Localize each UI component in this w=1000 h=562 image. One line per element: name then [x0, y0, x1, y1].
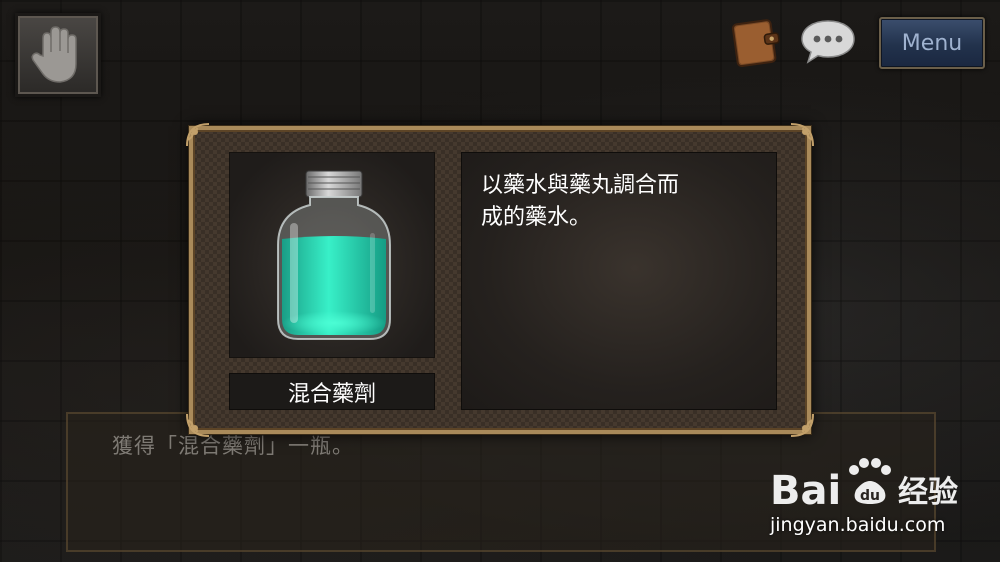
item-name: 混合藥劑 — [229, 373, 435, 410]
frame-corner-ornament — [790, 123, 814, 147]
speech-bubble-icon[interactable] — [800, 17, 856, 65]
hand-icon — [31, 26, 77, 83]
journal-icon[interactable] — [727, 16, 783, 68]
item-image-frame — [229, 152, 435, 358]
frame-corner-ornament — [186, 413, 210, 437]
menu-button[interactable]: Menu — [879, 17, 985, 69]
frame-corner-ornament — [790, 413, 814, 437]
description-line: 成的藥水。 — [481, 205, 592, 230]
svg-text:Bai: Bai — [770, 468, 841, 514]
frame-corner-ornament — [186, 123, 210, 147]
description-line: 以藥水與藥丸調合而 — [481, 173, 680, 198]
potion-bottle-icon — [277, 170, 391, 340]
svg-text:du: du — [860, 488, 880, 504]
baidu-jingyan-logo: Bai du 经验 — [770, 458, 958, 514]
watermark-url: jingyan.baidu.com — [770, 514, 946, 536]
item-description: 以藥水與藥丸調合而 成的藥水。 — [481, 170, 761, 234]
hand-button[interactable] — [15, 13, 101, 97]
dialogue-text: 獲得「混合藥劑」一瓶。 — [112, 434, 354, 458]
svg-text:经验: 经验 — [898, 475, 958, 510]
